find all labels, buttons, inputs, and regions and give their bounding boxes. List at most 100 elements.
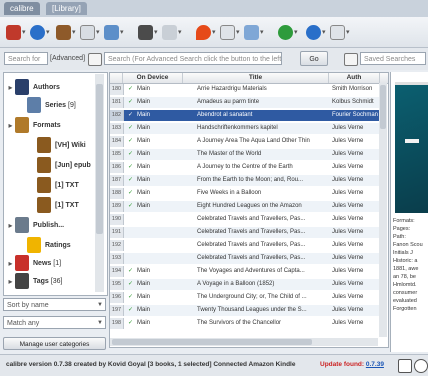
add-books-button[interactable]: ▾	[6, 23, 26, 41]
tag-browser-item[interactable]: [Jun] epub	[28, 156, 93, 174]
on-device-cell: Main	[137, 294, 151, 300]
chevron-down-icon: ▾	[96, 29, 100, 36]
get-books-button[interactable]: ▾	[278, 23, 298, 41]
book-list-vertical-scrollbar[interactable]	[379, 83, 387, 337]
save-to-disk-button[interactable]: ▾	[220, 23, 240, 41]
table-row[interactable]: 181 Main Amadeus au parm tinte Kolbus Schmi…	[110, 97, 380, 108]
update-notice[interactable]: Update found: 0.7.39	[320, 361, 384, 368]
library-title-tab[interactable]: [Library]	[46, 2, 87, 15]
match-select[interactable]: Match any ▼	[3, 316, 106, 329]
table-row[interactable]: 196 Main The Underground City; or, The Chi…	[110, 292, 380, 303]
tag-browser-item[interactable]: ▸ Publish...	[6, 216, 66, 234]
tag-browser-item-label: [Jun] epub	[55, 161, 91, 169]
author-cell: Jules Verne	[332, 255, 364, 261]
go-button[interactable]: Go	[300, 51, 328, 66]
remove-books-button[interactable]: ▾	[330, 23, 350, 41]
tag-browser-item[interactable]: ▸ Tags [36]	[6, 272, 63, 290]
details-line: an 78, be	[393, 274, 416, 280]
table-row[interactable]: 188 Main Five Weeks in a Balloon Jules Vern…	[110, 188, 380, 199]
table-row[interactable]: 191 Celebrated Travels and Travellers, Pa…	[110, 227, 380, 238]
help-button[interactable]: ▾	[306, 23, 326, 41]
category-icon	[15, 117, 29, 133]
send-to-device-button[interactable]: ▾	[104, 23, 124, 41]
expand-arrow-icon[interactable]: ▸	[6, 259, 15, 268]
connect-share-button[interactable]: ▾	[244, 23, 264, 41]
tag-browser-item[interactable]: Ratings	[18, 236, 73, 254]
edit-metadata-button[interactable]: ▾	[30, 23, 50, 41]
title-cell: Celebrated Travels and Travellers, Pas..…	[197, 255, 306, 261]
view-button[interactable]: ▾	[80, 23, 100, 41]
sort-by-label: Sort by name	[7, 302, 49, 309]
column-header-on-device[interactable]: On Device	[123, 73, 183, 83]
manage-user-categories-button[interactable]: Manage user categories	[3, 337, 106, 350]
saved-searches-select[interactable]: Saved Searches	[360, 52, 426, 65]
scrollbar-thumb[interactable]	[96, 84, 103, 234]
book-list-horizontal-scrollbar[interactable]	[110, 338, 378, 346]
table-row[interactable]: 187 Main From the Earth to the Moon; and, …	[110, 175, 380, 186]
expand-arrow-icon[interactable]: ▸	[6, 277, 15, 286]
details-line: consumer	[393, 290, 418, 296]
table-row[interactable]: 190 Celebrated Travels and Travellers, Pa…	[110, 214, 380, 225]
sort-by-select[interactable]: Sort by name ▼	[3, 298, 106, 311]
table-row[interactable]: 185 Main The Master of the World Jules Vern…	[110, 149, 380, 160]
table-row[interactable]: 194 Main The Voyages and Adventures of Cap…	[110, 266, 380, 277]
on-device-cell: Main	[137, 268, 151, 274]
on-device-cell: Main	[137, 112, 151, 118]
expand-arrow-icon[interactable]: ▸	[6, 83, 15, 92]
tag-browser-item[interactable]: [VH] Wiki	[28, 136, 88, 154]
chevron-down-icon: ▾	[22, 29, 26, 36]
scrollbar-thumb[interactable]	[380, 85, 386, 129]
table-row[interactable]: 198 Main The Survivors of the Chancellor Ju…	[110, 318, 380, 329]
update-found-label: Update found:	[320, 361, 365, 368]
tag-browser-item[interactable]: [1] TXT	[28, 196, 81, 214]
author-cell: Jules Verne	[332, 203, 364, 209]
row-number: 184	[110, 136, 124, 147]
match-label: Match any	[7, 320, 40, 327]
table-row[interactable]: 184 Main A Journey Area The Aqua Land Othe…	[110, 136, 380, 147]
search-input[interactable]: Search (For Advanced Search click the bu…	[104, 52, 282, 65]
library-button[interactable]: ▾	[162, 23, 182, 41]
expand-arrow-icon[interactable]: ▸	[6, 221, 15, 230]
preferences-button[interactable]: ▾	[196, 23, 216, 41]
tag-browser-item[interactable]: ▸ News [1]	[6, 254, 61, 272]
on-device-cell: Main	[137, 320, 151, 326]
category-icon	[37, 157, 51, 173]
table-row[interactable]: 197 Main Twenty Thousand Leagues under the…	[110, 305, 380, 316]
title-cell: Twenty Thousand Leagues under the S...	[197, 307, 307, 313]
table-row[interactable]: 193 Celebrated Travels and Travellers, Pa…	[110, 253, 380, 264]
tag-browser-item[interactable]: ▸ Formats	[6, 116, 63, 134]
scrollbar-thumb[interactable]	[112, 339, 312, 345]
table-row[interactable]: 192 Celebrated Travels and Travellers, Pa…	[110, 240, 380, 251]
category-icon	[15, 273, 29, 289]
column-header-author[interactable]: Auth	[329, 73, 380, 83]
table-row[interactable]: 189 Main Eight Hundred Leagues on the Amaz…	[110, 201, 380, 212]
on-device-check-icon: ✓	[128, 86, 134, 92]
app-title-tab[interactable]: calibre	[4, 2, 40, 15]
search-restriction-select[interactable]: Search for	[4, 52, 48, 65]
on-device-check-icon: ✓	[128, 112, 134, 118]
update-version-link[interactable]: 0.7.39	[366, 361, 384, 368]
author-cell: Jules Verne	[332, 294, 364, 300]
jobs-icon[interactable]	[398, 359, 412, 373]
expand-arrow-icon[interactable]: ▸	[6, 121, 15, 130]
table-row[interactable]: 183 Main Handschriftenkommers kapitel Jules…	[110, 123, 380, 134]
column-header-title[interactable]: Title	[183, 73, 329, 83]
table-row[interactable]: 195 Main A Voyage in a Balloon (1852) Jules…	[110, 279, 380, 290]
clear-search-icon[interactable]	[88, 53, 102, 66]
on-device-check-icon: ✓	[128, 320, 134, 326]
convert-books-button[interactable]: ▾	[56, 23, 76, 41]
advanced-search-link[interactable]: [Advanced]	[50, 55, 85, 62]
details-line: Path:	[393, 234, 406, 240]
book-list-header: On Device Title Auth	[110, 73, 388, 84]
table-row[interactable]: 180 Main Arrie Hazardrigu Materials Smith M…	[110, 84, 380, 95]
tag-browser-item[interactable]: ▸ Authors	[6, 78, 62, 96]
table-row[interactable]: 186 Main A Journey to the Centre of the Ea…	[110, 162, 380, 173]
tag-browser-item[interactable]: [1] TXT	[28, 176, 81, 194]
table-row[interactable]: 182 Main Abendrot al sanatant Fourier Sochm…	[110, 110, 380, 121]
saved-search-icon[interactable]	[344, 53, 358, 66]
book-cover[interactable]	[395, 82, 428, 213]
tag-browser-scrollbar[interactable]	[95, 74, 104, 292]
fetch-news-button[interactable]: ▾	[138, 23, 158, 41]
tag-browser-item[interactable]: Series [9]	[18, 96, 76, 114]
row-number: 188	[110, 188, 124, 199]
